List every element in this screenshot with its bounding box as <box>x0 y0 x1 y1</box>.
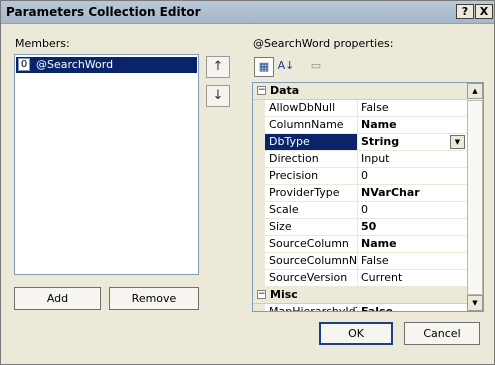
property-name: Scale <box>265 202 358 219</box>
property-row-dbtype[interactable]: DbType String ▼ <box>253 134 467 151</box>
property-value[interactable]: False <box>358 100 467 117</box>
property-value[interactable]: False <box>358 253 467 270</box>
property-value[interactable]: Name <box>358 117 467 134</box>
property-name: SourceVersion <box>265 270 358 287</box>
scroll-down-icon[interactable]: ▼ <box>467 295 483 311</box>
members-list[interactable]: 0 @SearchWord <box>14 54 199 275</box>
property-grid[interactable]: − Data AllowDbNull False ColumnName Name… <box>252 82 484 312</box>
help-button[interactable]: ? <box>456 4 474 19</box>
parameters-collection-editor-dialog: Parameters Collection Editor ? X Members… <box>0 0 495 365</box>
property-row-precision[interactable]: Precision 0 <box>253 168 467 185</box>
collapse-icon[interactable]: − <box>257 290 266 299</box>
remove-button[interactable]: Remove <box>109 287 199 310</box>
property-row-columnname[interactable]: ColumnName Name <box>253 117 467 134</box>
move-up-button[interactable]: ↑ <box>206 56 230 78</box>
property-value[interactable]: Name <box>358 236 467 253</box>
properties-label: @SearchWord properties: <box>253 37 394 50</box>
property-row-sourceversion[interactable]: SourceVersion Current <box>253 270 467 287</box>
category-data[interactable]: − Data <box>253 83 467 100</box>
property-value[interactable]: Current <box>358 270 467 287</box>
arrow-up-icon: ↑ <box>212 59 224 74</box>
property-name: Precision <box>265 168 358 185</box>
property-row-sourcecolumnnullmapping[interactable]: SourceColumnNullMapping False <box>253 253 467 270</box>
property-name: MapHierarchyIdToSpatial <box>265 304 358 311</box>
member-index: 0 <box>18 58 30 71</box>
property-name: DbType <box>265 134 358 151</box>
property-row-sourcecolumn[interactable]: SourceColumn Name <box>253 236 467 253</box>
property-name: ColumnName <box>265 117 358 134</box>
category-label: Data <box>270 84 300 97</box>
add-button[interactable]: Add <box>14 287 101 310</box>
move-down-button[interactable]: ↓ <box>206 85 230 107</box>
scroll-up-icon[interactable]: ▲ <box>467 83 483 99</box>
property-value[interactable]: NVarChar <box>358 185 467 202</box>
property-value[interactable]: 0 <box>358 202 467 219</box>
property-name: SourceColumn <box>265 236 358 253</box>
category-misc[interactable]: − Misc <box>253 287 467 304</box>
property-grid-toolbar: ▦ A↓ ▭ <box>252 56 484 80</box>
cancel-button[interactable]: Cancel <box>404 322 480 345</box>
property-row-providertype[interactable]: ProviderType NVarChar <box>253 185 467 202</box>
arrow-down-icon: ↓ <box>212 88 224 103</box>
ok-button[interactable]: OK <box>319 322 393 345</box>
dropdown-arrow-icon[interactable]: ▼ <box>450 135 465 149</box>
property-value[interactable]: Input <box>358 151 467 168</box>
scroll-thumb[interactable] <box>467 100 483 295</box>
property-name: AllowDbNull <box>265 100 358 117</box>
collapse-icon[interactable]: − <box>257 86 266 95</box>
property-pages-icon[interactable]: ▭ <box>306 57 326 77</box>
property-value[interactable]: False <box>358 304 467 311</box>
categorized-icon[interactable]: ▦ <box>254 57 274 77</box>
property-row-allowdbnull[interactable]: AllowDbNull False <box>253 100 467 117</box>
property-value[interactable]: 50 <box>358 219 467 236</box>
dbtype-value: String <box>361 135 400 148</box>
title-bar[interactable]: Parameters Collection Editor ? X <box>1 1 494 24</box>
property-row-direction[interactable]: Direction Input <box>253 151 467 168</box>
close-button[interactable]: X <box>475 4 493 19</box>
property-value[interactable]: String ▼ <box>358 134 467 151</box>
property-row-size[interactable]: Size 50 <box>253 219 467 236</box>
property-grid-scrollbar[interactable]: ▲ ▼ <box>467 83 483 311</box>
alphabetical-icon[interactable]: A↓ <box>276 57 296 77</box>
property-value[interactable]: 0 <box>358 168 467 185</box>
property-row-maphierarchyid[interactable]: MapHierarchyIdToSpatial False <box>253 304 467 311</box>
window-title: Parameters Collection Editor <box>6 5 201 19</box>
category-label: Misc <box>270 288 298 301</box>
member-name: @SearchWord <box>36 58 114 71</box>
property-name: SourceColumnNullMapping <box>265 253 358 270</box>
property-name: Size <box>265 219 358 236</box>
members-label: Members: <box>15 37 70 50</box>
list-item[interactable]: 0 @SearchWord <box>16 57 197 73</box>
property-name: ProviderType <box>265 185 358 202</box>
property-row-scale[interactable]: Scale 0 <box>253 202 467 219</box>
property-name: Direction <box>265 151 358 168</box>
